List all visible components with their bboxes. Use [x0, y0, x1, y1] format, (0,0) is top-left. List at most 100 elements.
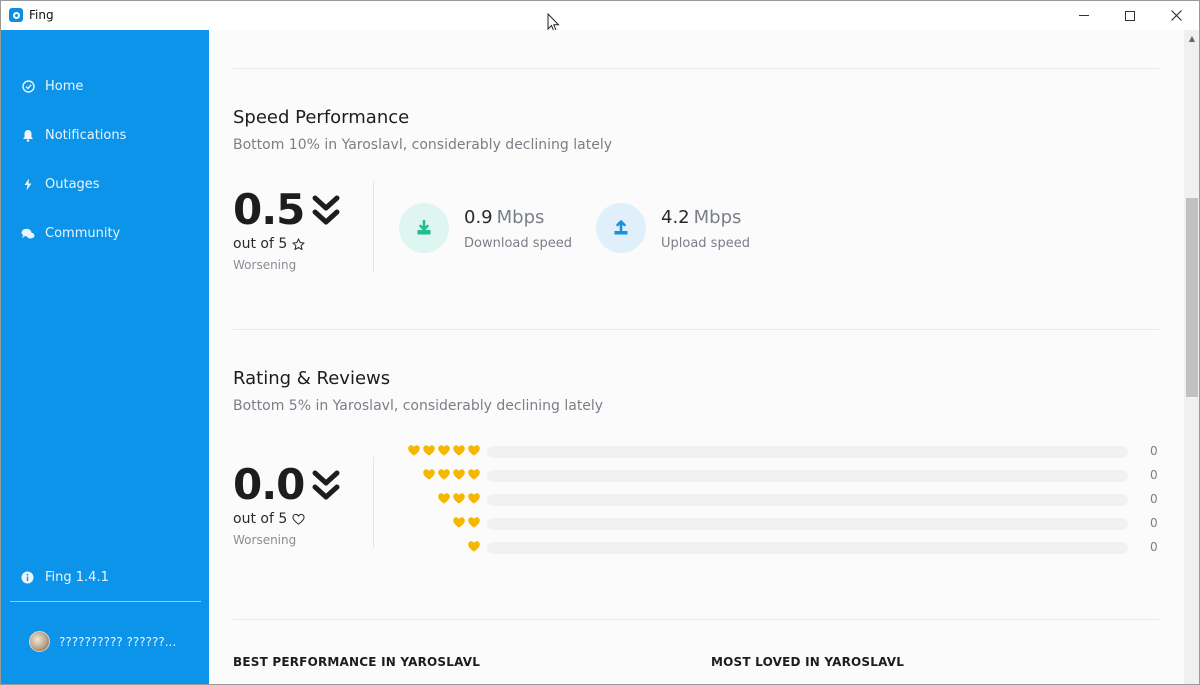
- download-icon: [417, 219, 431, 235]
- star-icon: [292, 237, 305, 250]
- scroll-thumb[interactable]: [1186, 198, 1198, 397]
- vertical-scrollbar[interactable]: ▲: [1184, 30, 1199, 684]
- rating-score: 0.0: [233, 460, 305, 509]
- download-speed-value: 0.9 Mbps: [464, 207, 544, 228]
- rating-row: 0: [399, 468, 1159, 484]
- sidebar-item-label: Outages: [45, 177, 100, 192]
- upload-number: 4.2: [661, 207, 690, 228]
- heart-icon: [438, 493, 450, 504]
- rating-row: 0: [399, 492, 1159, 508]
- speed-trend: Worsening: [233, 258, 297, 272]
- double-chevron-down-icon: [312, 470, 340, 500]
- upload-badge: [596, 203, 646, 253]
- sidebar-item-notifications[interactable]: Notifications: [21, 128, 126, 143]
- close-icon: [1170, 10, 1182, 21]
- double-chevron-down-icon: [312, 195, 340, 225]
- heart-icon: [423, 469, 435, 480]
- upload-speed-label: Upload speed: [661, 236, 750, 251]
- download-number: 0.9: [464, 207, 493, 228]
- minimize-icon: [1079, 15, 1089, 16]
- best-performance-heading: BEST PERFORMANCE IN YAROSLAVL: [233, 655, 481, 669]
- sidebar-item-label: Notifications: [45, 128, 127, 143]
- heart-icon: [468, 469, 480, 480]
- scroll-up-arrow-icon[interactable]: ▲: [1184, 30, 1199, 46]
- heart-icon: [453, 469, 465, 480]
- avatar: [29, 631, 50, 652]
- heart-rating: [437, 492, 481, 505]
- out-of-label: out of 5: [233, 511, 288, 527]
- out-of-label: out of 5: [233, 236, 288, 252]
- rating-count: 0: [1150, 492, 1158, 506]
- heart-icon: [438, 469, 450, 480]
- upload-speed-value: 4.2 Mbps: [661, 207, 741, 228]
- version-label: Fing 1.4.1: [45, 570, 109, 585]
- check-circle-icon: [21, 80, 35, 94]
- heart-icon: [423, 445, 435, 456]
- bolt-icon: [21, 178, 35, 192]
- heart-icon: [453, 517, 465, 528]
- speed-out-of: out of 5: [233, 236, 305, 252]
- maximize-button[interactable]: [1107, 1, 1153, 30]
- download-badge: [399, 203, 449, 253]
- rating-count: 0: [1150, 540, 1158, 554]
- window-title: Fing: [29, 8, 54, 22]
- sidebar-item-label: Community: [45, 226, 121, 241]
- heart-rating: [407, 444, 481, 457]
- download-speed-label: Download speed: [464, 236, 573, 251]
- rating-count: 0: [1150, 444, 1158, 458]
- speed-performance-subtitle: Bottom 10% in Yaroslavl, considerably de…: [233, 137, 612, 153]
- section-divider: [233, 619, 1159, 620]
- sidebar-item-label: Home: [45, 79, 84, 94]
- rating-count: 0: [1150, 516, 1158, 530]
- chat-bubbles-icon: [21, 227, 35, 241]
- heart-outline-icon: [292, 513, 305, 525]
- heart-icon: [468, 517, 480, 528]
- rating-row: 0: [399, 444, 1159, 460]
- vertical-divider: [373, 182, 374, 273]
- speed-performance-title: Speed Performance: [233, 107, 410, 128]
- rating-bar-track: [487, 470, 1128, 482]
- minimize-button[interactable]: [1061, 1, 1107, 30]
- heart-icon: [438, 445, 450, 456]
- rating-bar-track: [487, 446, 1128, 458]
- maximize-icon: [1125, 10, 1135, 21]
- heart-icon: [468, 541, 480, 552]
- user-profile[interactable]: ?????????? ??????...: [29, 631, 176, 652]
- rating-row: 0: [399, 516, 1159, 532]
- heart-icon: [408, 445, 420, 456]
- speed-score: 0.5: [233, 185, 305, 234]
- sidebar-divider: [10, 601, 201, 602]
- heart-icon: [468, 493, 480, 504]
- title-bar[interactable]: Fing: [1, 1, 1199, 33]
- rating-bar-track: [487, 494, 1128, 506]
- user-name: ?????????? ??????...: [59, 634, 177, 649]
- upload-unit: Mbps: [693, 207, 742, 228]
- most-loved-heading: MOST LOVED IN YAROSLAVL: [711, 655, 905, 669]
- heart-rating: [467, 540, 481, 553]
- app-version[interactable]: Fing 1.4.1: [21, 570, 109, 585]
- rating-row: 0: [399, 540, 1159, 556]
- info-icon: [21, 571, 35, 585]
- rating-reviews-subtitle: Bottom 5% in Yaroslavl, considerably dec…: [233, 398, 604, 414]
- section-divider: [233, 329, 1159, 330]
- vertical-divider: [373, 457, 374, 548]
- heart-icon: [468, 445, 480, 456]
- download-unit: Mbps: [496, 207, 545, 228]
- upload-icon: [614, 220, 628, 235]
- heart-rating: [422, 468, 481, 481]
- fing-app-icon: [9, 8, 23, 22]
- rating-count: 0: [1150, 468, 1158, 482]
- rating-reviews-title: Rating & Reviews: [233, 368, 391, 389]
- rating-trend: Worsening: [233, 533, 297, 547]
- heart-icon: [453, 445, 465, 456]
- sidebar-item-community[interactable]: Community: [21, 226, 120, 241]
- sidebar-item-home[interactable]: Home: [21, 79, 83, 94]
- sidebar: Home Notifications Outages Community Fin…: [1, 30, 209, 684]
- rating-out-of: out of 5: [233, 511, 305, 527]
- sidebar-item-outages[interactable]: Outages: [21, 177, 100, 192]
- main-content: Speed Performance Bottom 10% in Yaroslav…: [209, 30, 1184, 684]
- bell-icon: [21, 129, 35, 143]
- rating-bar-track: [487, 542, 1128, 554]
- section-divider: [233, 68, 1159, 69]
- close-button[interactable]: [1153, 1, 1199, 30]
